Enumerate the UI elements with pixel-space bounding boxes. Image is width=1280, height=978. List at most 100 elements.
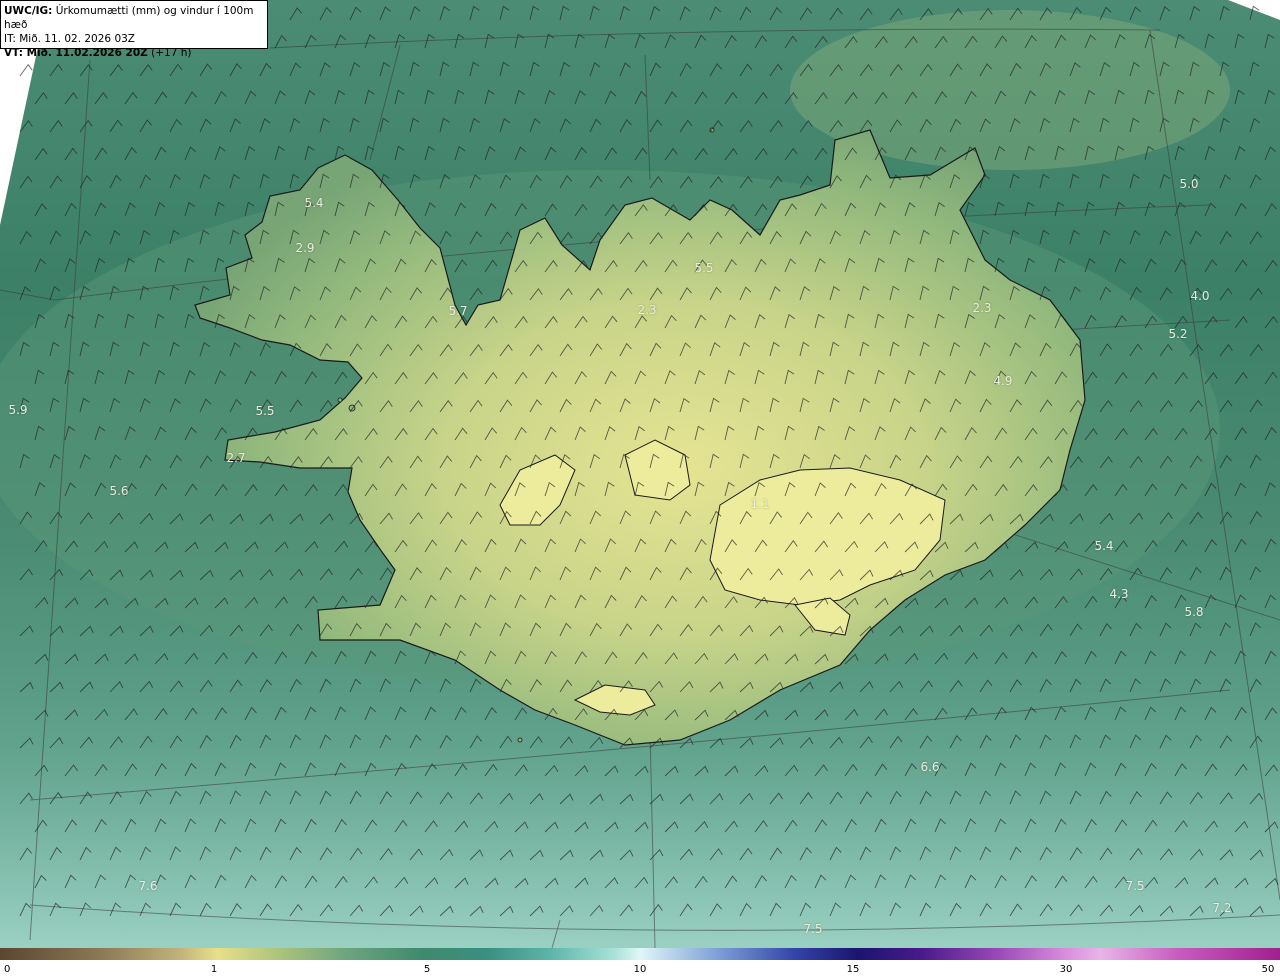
wind-barb [1249,454,1262,469]
wind-barb [1234,89,1245,105]
wind-barb [1234,202,1247,217]
wind-barb [574,90,586,105]
wind-barb [1174,539,1188,553]
wind-barb [574,33,585,49]
wind-barb [184,201,195,217]
wind-barb [1204,259,1218,273]
wind-barb [499,61,510,77]
wind-barb [109,230,121,245]
wind-barb [829,7,843,21]
wind-barb [709,6,722,21]
precip-value-label: 5.2 [1168,327,1188,341]
wind-barb [1129,230,1141,245]
precip-value-label: 2.7 [226,451,246,465]
wind-barb [529,5,540,21]
wind-barb [454,89,465,105]
forecast-lead: (+17 h) [151,47,192,59]
wind-barb [1264,371,1278,385]
wind-barb [1264,146,1276,161]
wind-barb [244,90,257,105]
wind-barb [1264,203,1277,217]
wind-barb [1129,173,1140,189]
precip-value-label: 4.9 [993,374,1013,388]
wind-barb [694,147,708,161]
map-area[interactable]: 5.4 2.9 5.7 5.5 2.3 2.3 4.9 5.0 4.0 5.2 … [0,0,1280,948]
wind-barb [1114,258,1126,273]
wind-barb [34,258,47,273]
wind-barb [1174,145,1185,161]
precip-value-label: 5.9 [8,403,28,417]
precip-value-label: 5.6 [109,484,129,498]
wind-barb [814,35,828,49]
wind-barb [799,7,813,21]
wind-barb [1189,5,1201,21]
wind-barb [1159,230,1171,245]
precip-value-label: 1.1 [750,497,770,511]
wind-barb [64,202,77,217]
map-canvas [0,0,1280,948]
wind-barb [124,91,138,105]
wind-barb [319,117,330,133]
wind-barb [1099,173,1110,189]
wind-barb [589,118,602,133]
wind-barb [19,568,33,581]
wind-barb [754,148,768,161]
wind-barb [214,90,227,105]
wind-barb [604,147,618,161]
wind-barb [1204,145,1215,161]
precip-value-label: 4.3 [1109,587,1129,601]
wind-barb [544,146,557,161]
precip-value-label: 4.0 [1190,289,1210,303]
wind-barb [649,119,663,133]
wind-barb [469,5,480,21]
wind-barb [49,285,61,301]
wind-barb [94,147,108,161]
wind-barb [379,61,390,77]
precip-value-label: 6.6 [920,760,940,774]
wind-barb [1219,117,1230,133]
wind-barb [454,33,465,49]
wind-barb [1204,33,1215,49]
valid-time: VT: Mið. 11.02.2026 20Z (+17 h) [4,46,264,60]
wind-barb [364,34,376,49]
wind-barb [124,202,136,217]
precip-value-label: 2.9 [295,241,315,255]
wind-barb [34,203,47,217]
wind-barb [1219,344,1233,357]
wind-barb [559,5,570,21]
wind-barb [1219,287,1233,301]
wind-barb [109,174,122,189]
wind-barb [139,63,153,77]
wind-barb [214,146,226,161]
wind-barb [214,201,225,217]
wind-barb [724,34,737,49]
wind-barb [1189,566,1202,581]
wind-barb [889,8,903,21]
wind-barb [634,34,646,49]
wind-barb [484,33,495,49]
wind-barb [499,5,510,21]
wind-barb [739,120,753,133]
wind-barb [1204,539,1217,553]
wind-barb [304,145,315,161]
wind-barb [184,146,196,161]
wind-barb [169,174,181,189]
wind-barb [1219,399,1233,413]
wind-barb [1084,595,1098,609]
wind-barb [589,5,600,21]
wind-barb [1069,173,1080,189]
wind-barb [109,64,123,77]
wind-barb [679,6,691,21]
wind-barb [514,33,525,49]
valid-time-value: VT: Mið. 11.02.2026 20Z [4,47,148,59]
wind-barb [274,90,286,105]
wind-barb [739,63,753,77]
product-title: UWC/IG: Úrkomumætti (mm) og vindur í 100… [4,4,264,32]
wind-barb [1039,173,1050,189]
wind-barb [784,35,798,49]
colorbar-tick: 1 [210,964,218,975]
wind-barb [1099,229,1111,245]
wind-barb [1219,174,1231,189]
wind-barb [604,90,617,105]
wind-barb [1234,371,1248,385]
